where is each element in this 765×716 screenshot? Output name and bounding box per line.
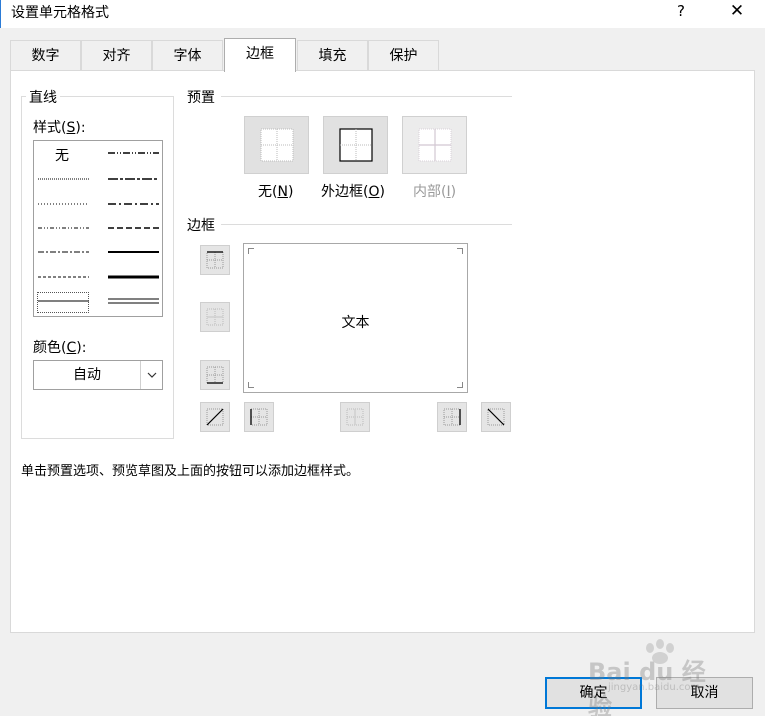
border-inside-horizontal-button[interactable] [200,302,230,332]
preset-inside-button[interactable] [402,116,467,174]
tab-font[interactable]: 字体 [152,40,223,71]
preview-corner-top-right [457,248,463,254]
border-diagonal-down-button[interactable] [481,402,511,432]
line-style-swatches[interactable] [34,141,162,316]
border-top-icon [206,251,224,269]
watermark-url: jingyan.baidu.com [608,682,701,693]
chevron-down-icon[interactable] [140,361,162,389]
preset-none-icon [260,128,293,162]
style-label: 样式(S): [33,120,86,136]
border-right-icon [443,408,461,426]
preset-outline-button[interactable] [323,116,388,174]
border-title: 边框 [187,218,215,234]
preset-none-button[interactable] [244,116,309,174]
window-title: 设置单元格格式 [11,5,109,21]
border-inside-vertical-button[interactable] [340,402,370,432]
tab-alignment[interactable]: 对齐 [81,40,152,71]
tab-fill[interactable]: 填充 [297,40,368,71]
border-preview[interactable]: 文本 [243,243,468,393]
color-value: 自动 [73,367,101,383]
help-button[interactable]: ? [667,0,695,24]
border-top-button[interactable] [200,245,230,275]
border-diagonal-up-button[interactable] [200,402,230,432]
preview-text: 文本 [341,315,370,331]
baidu-watermark: Bai du 经验 jingyan.baidu.com [588,636,728,716]
color-label: 颜色(C): [33,340,87,356]
border-inside-vertical-icon [346,408,364,426]
preview-corner-top-left [248,248,254,254]
tab-protection[interactable]: 保护 [368,40,439,71]
hint-text: 单击预置选项、预览草图及上面的按钮可以添加边框样式。 [21,464,360,479]
border-left-button[interactable] [244,402,274,432]
border-bottom-button[interactable] [200,360,230,390]
presets-title: 预置 [187,90,215,106]
line-style-list[interactable] [33,140,163,317]
border-bottom-icon [206,366,224,384]
preset-outline-label: 外边框(O) [321,184,385,200]
preset-inside-icon [418,128,451,162]
color-dropdown[interactable]: 自动 [33,360,163,390]
diagonal-down-icon [487,408,505,426]
style-none-option[interactable]: 无 [55,145,69,165]
border-left-icon [250,408,268,426]
border-separator [221,224,512,225]
tab-border[interactable]: 边框 [224,38,296,72]
close-button[interactable]: ✕ [723,0,751,24]
presets-separator [221,96,512,97]
preview-corner-bottom-left [248,382,254,388]
border-right-button[interactable] [437,402,467,432]
tab-number[interactable]: 数字 [10,40,81,71]
style-selected-indicator [37,292,89,313]
diagonal-up-icon [206,408,224,426]
line-group-title: 直线 [26,87,60,107]
preset-inside-label: 内部(I) [413,184,457,200]
preset-none-label: 无(N) [258,184,294,200]
border-inside-horizontal-icon [206,308,224,326]
preview-corner-bottom-right [457,382,463,388]
title-bar: 设置单元格格式 ? ✕ [0,0,765,28]
preset-outline-icon [338,128,373,162]
